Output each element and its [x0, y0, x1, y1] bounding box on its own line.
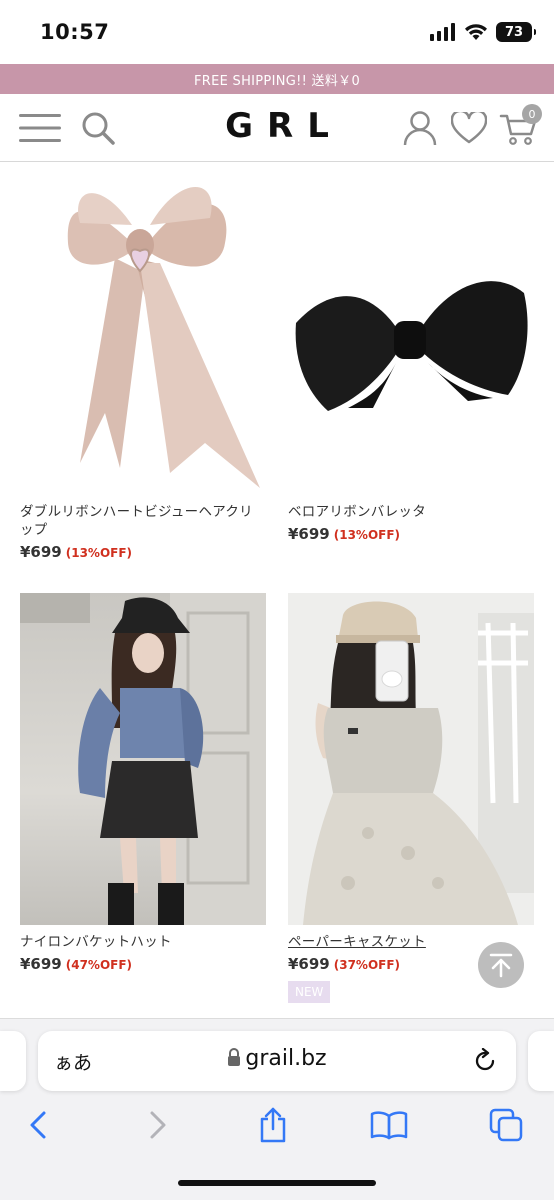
book-icon — [370, 1111, 408, 1140]
tabs-icon — [489, 1108, 523, 1142]
discount-label: (37%OFF) — [333, 958, 401, 972]
home-indicator — [178, 1180, 376, 1186]
product-name[interactable]: ベロアリボンバレッタ — [288, 503, 534, 521]
browser-toolbar: ぁあ grail.bz — [0, 1018, 554, 1200]
product-price: ¥699 — [288, 955, 330, 973]
status-bar: 10:57 73 — [0, 0, 554, 64]
price-line: ¥699 (13%OFF) — [288, 525, 534, 543]
pink-ribbon-illustration — [67, 186, 260, 488]
forward-button[interactable] — [138, 1105, 178, 1145]
product-image-ribbon-clip[interactable] — [20, 163, 266, 495]
reload-button[interactable] — [472, 1047, 498, 1078]
price-line: ¥699 (47%OFF) — [20, 955, 266, 973]
next-tab-peek[interactable] — [528, 1031, 554, 1091]
favorites-button[interactable] — [447, 108, 491, 148]
chevron-left-icon — [30, 1111, 46, 1139]
heart-icon — [451, 112, 487, 144]
battery-indicator: 73 — [496, 22, 536, 42]
price-line: ¥699 (13%OFF) — [20, 543, 266, 561]
chevron-right-icon — [150, 1111, 166, 1139]
product-price: ¥699 — [20, 543, 62, 561]
product-name[interactable]: ダブルリボンハートビジューヘアクリップ — [20, 503, 266, 539]
cellular-signal-icon — [430, 23, 455, 41]
tabs-button[interactable] — [486, 1105, 526, 1145]
arrow-up-icon — [489, 953, 513, 978]
black-bow-illustration — [295, 281, 528, 411]
lock-icon — [228, 1048, 241, 1066]
model-photo-casquette — [303, 601, 534, 925]
wifi-icon — [465, 24, 487, 40]
scroll-to-top-button[interactable] — [478, 942, 524, 988]
previous-tab-peek[interactable] — [0, 1031, 26, 1091]
product-card[interactable]: ダブルリボンハートビジューヘアクリップ ¥699 (13%OFF) — [20, 163, 266, 561]
model-photo-bucket-hat — [20, 593, 266, 925]
back-button[interactable] — [18, 1105, 58, 1145]
product-image-bucket-hat[interactable] — [20, 593, 266, 925]
product-card[interactable]: ナイロンバケットハット ¥699 (47%OFF) — [20, 593, 266, 973]
status-time: 10:57 — [40, 20, 110, 44]
product-image-paper-casquette[interactable] — [288, 593, 534, 925]
user-icon — [403, 111, 437, 146]
address-bar[interactable]: ぁあ grail.bz — [38, 1031, 516, 1091]
product-card[interactable]: ベロアリボンバレッタ ¥699 (13%OFF) — [288, 163, 534, 543]
free-shipping-banner[interactable]: FREE SHIPPING!! 送料￥0 — [0, 64, 554, 94]
account-button[interactable] — [398, 108, 442, 148]
url-text: grail.bz — [245, 1046, 327, 1071]
cart-count-badge: 0 — [522, 104, 542, 124]
url-display[interactable]: grail.bz — [38, 1046, 516, 1071]
discount-label: (13%OFF) — [65, 546, 133, 560]
reload-icon — [475, 1047, 495, 1071]
product-price: ¥699 — [20, 955, 62, 973]
status-icons: 73 — [430, 22, 536, 42]
product-name[interactable]: ナイロンバケットハット — [20, 933, 266, 951]
discount-label: (13%OFF) — [333, 528, 401, 542]
safari-nav-toolbar — [0, 1105, 554, 1145]
discount-label: (47%OFF) — [65, 958, 133, 972]
site-header: GRL 0 — [0, 94, 554, 162]
bookmarks-button[interactable] — [369, 1105, 409, 1145]
new-badge: NEW — [288, 981, 331, 1003]
product-price: ¥699 — [288, 525, 330, 543]
share-button[interactable] — [253, 1105, 293, 1145]
share-icon — [260, 1107, 286, 1143]
cart-button[interactable]: 0 — [496, 104, 542, 148]
product-image-velour-barrette[interactable] — [288, 163, 534, 495]
